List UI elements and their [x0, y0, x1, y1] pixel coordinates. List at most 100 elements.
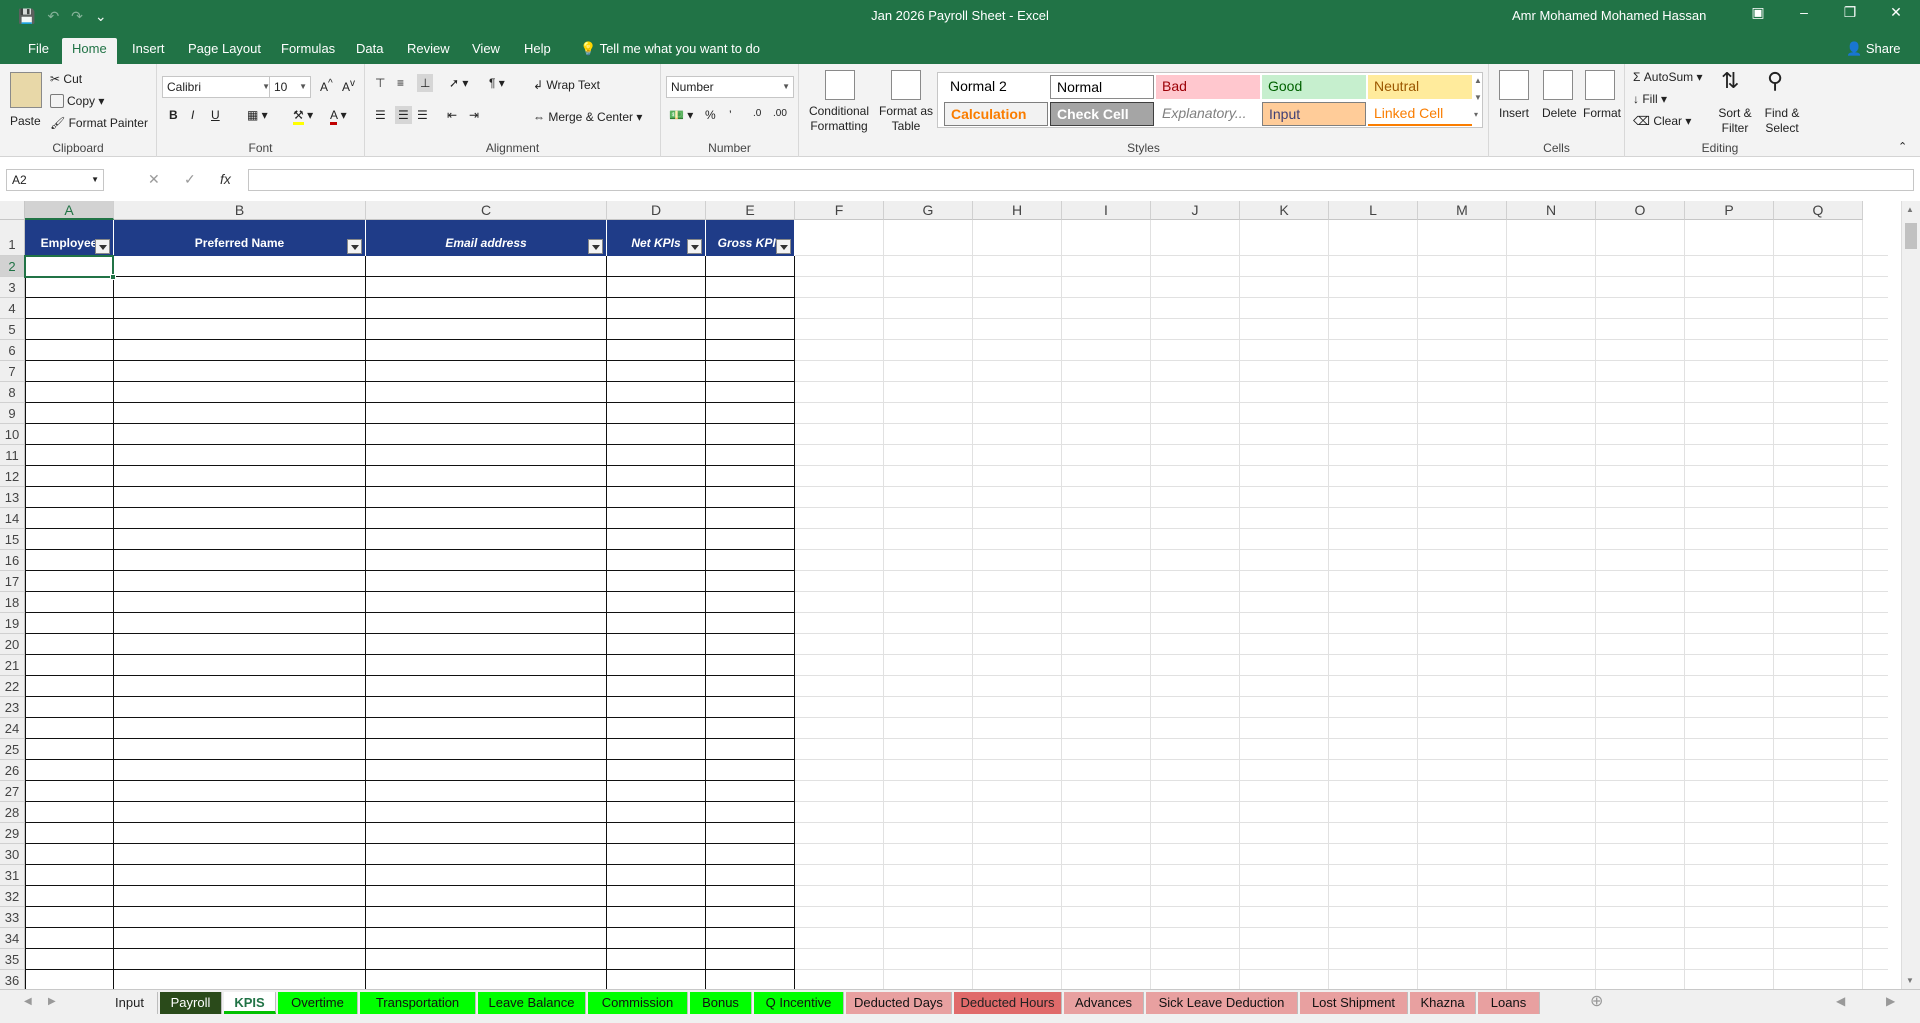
- comma-button[interactable]: ’: [729, 108, 732, 122]
- column-header-c[interactable]: C: [366, 201, 607, 220]
- borders-icon[interactable]: ▦ ▾: [247, 108, 268, 122]
- tab-home[interactable]: Home: [62, 38, 117, 64]
- new-sheet-icon[interactable]: ⊕: [1590, 991, 1603, 1011]
- formula-input[interactable]: [248, 169, 1914, 191]
- font-color-icon[interactable]: A ▾: [330, 108, 347, 125]
- row-header-24[interactable]: 24: [0, 718, 25, 739]
- delete-cells-icon[interactable]: [1543, 70, 1573, 100]
- cell-style-bad[interactable]: Bad: [1156, 75, 1260, 99]
- row-header-18[interactable]: 18: [0, 592, 25, 613]
- delete-cells-button[interactable]: Delete: [1542, 106, 1577, 120]
- sheet-tab-bonus[interactable]: Bonus: [690, 992, 752, 1014]
- name-box[interactable]: A2 ▼: [6, 169, 104, 191]
- sort-filter-button[interactable]: Sort & Filter: [1713, 106, 1757, 136]
- row-header-20[interactable]: 20: [0, 634, 25, 655]
- close-icon[interactable]: ✕: [1876, 4, 1916, 21]
- filter-dropdown-icon[interactable]: [687, 239, 702, 254]
- cell-style-normal-2[interactable]: Normal 2: [944, 75, 1048, 99]
- filter-dropdown-icon[interactable]: [588, 239, 603, 254]
- sheet-tab-payroll[interactable]: Payroll: [160, 992, 222, 1014]
- column-header-i[interactable]: I: [1062, 201, 1151, 220]
- row-header-14[interactable]: 14: [0, 508, 25, 529]
- insert-function-button[interactable]: fx: [220, 171, 231, 187]
- sheet-tab-loans[interactable]: Loans: [1478, 992, 1540, 1014]
- shrink-font-icon[interactable]: Av: [342, 78, 355, 94]
- selected-cell[interactable]: [24, 255, 114, 278]
- cell-style-check-cell[interactable]: Check Cell: [1050, 102, 1154, 126]
- cancel-icon[interactable]: ✕: [148, 171, 160, 188]
- conditional-formatting-button[interactable]: Conditional Formatting: [807, 104, 871, 134]
- column-header-g[interactable]: G: [884, 201, 973, 220]
- row-header-19[interactable]: 19: [0, 613, 25, 634]
- table-header-employee[interactable]: Employee: [25, 220, 114, 256]
- insert-cells-button[interactable]: Insert: [1499, 106, 1529, 120]
- row-header-17[interactable]: 17: [0, 571, 25, 592]
- autosum-button[interactable]: Σ AutoSum ▾: [1633, 70, 1702, 84]
- text-direction-icon[interactable]: ¶ ▾: [489, 76, 505, 90]
- next-sheet-icon[interactable]: ▶: [48, 996, 56, 1007]
- row-header-4[interactable]: 4: [0, 298, 25, 319]
- row-header-11[interactable]: 11: [0, 445, 25, 466]
- user-name[interactable]: Amr Mohamed Mohamed Hassan: [1512, 8, 1706, 23]
- column-header-d[interactable]: D: [607, 201, 706, 220]
- row-header-9[interactable]: 9: [0, 403, 25, 424]
- row-header-22[interactable]: 22: [0, 676, 25, 697]
- row-header-8[interactable]: 8: [0, 382, 25, 403]
- row-header-13[interactable]: 13: [0, 487, 25, 508]
- column-header-p[interactable]: P: [1685, 201, 1774, 220]
- decrease-indent-icon[interactable]: ⇤: [447, 108, 457, 122]
- format-as-table-button[interactable]: Format as Table: [877, 104, 935, 134]
- row-header-10[interactable]: 10: [0, 424, 25, 445]
- format-cells-icon[interactable]: [1585, 70, 1615, 100]
- row-header-7[interactable]: 7: [0, 361, 25, 382]
- sheet-tab-input[interactable]: Input: [102, 992, 158, 1014]
- row-header-23[interactable]: 23: [0, 697, 25, 718]
- column-header-m[interactable]: M: [1418, 201, 1507, 220]
- enter-icon[interactable]: ✓: [184, 171, 196, 188]
- tab-view[interactable]: View: [462, 38, 510, 64]
- sheet-tab-kpis[interactable]: KPIS: [224, 992, 276, 1014]
- bottom-align-icon[interactable]: ⊥: [417, 74, 434, 92]
- share-button[interactable]: 👤 Share: [1846, 41, 1901, 57]
- prev-sheet-icon[interactable]: ◀: [24, 996, 32, 1007]
- column-header-q[interactable]: Q: [1774, 201, 1863, 220]
- column-header-l[interactable]: L: [1329, 201, 1418, 220]
- table-header-email-address[interactable]: Email address: [366, 220, 607, 256]
- sheet-tab-overtime[interactable]: Overtime: [278, 992, 358, 1014]
- tell-me-search[interactable]: 💡 Tell me what you want to do: [570, 38, 770, 64]
- bold-button[interactable]: B: [169, 108, 178, 122]
- column-header-n[interactable]: N: [1507, 201, 1596, 220]
- row-header-30[interactable]: 30: [0, 844, 25, 865]
- row-header-32[interactable]: 32: [0, 886, 25, 907]
- wrap-text-button[interactable]: ↲ Wrap Text: [533, 78, 600, 92]
- cut-button[interactable]: ✂ Cut: [50, 72, 82, 86]
- worksheet-grid[interactable]: Employee Preferred Name Email address Net K…: [0, 201, 1920, 989]
- sheet-tab-commission[interactable]: Commission: [588, 992, 688, 1014]
- row-header-31[interactable]: 31: [0, 865, 25, 886]
- row-header-33[interactable]: 33: [0, 907, 25, 928]
- copy-button[interactable]: Copy ▾: [50, 94, 104, 108]
- column-header-k[interactable]: K: [1240, 201, 1329, 220]
- gallery-up-icon[interactable]: ▲: [1474, 76, 1482, 85]
- sheet-tab-transportation[interactable]: Transportation: [360, 992, 476, 1014]
- align-left-icon[interactable]: ☰: [375, 108, 386, 122]
- increase-decimal-icon[interactable]: .0: [753, 108, 761, 119]
- percent-button[interactable]: %: [705, 108, 716, 122]
- cell-style-calculation[interactable]: Calculation: [944, 102, 1048, 126]
- decrease-decimal-icon[interactable]: .00: [773, 108, 787, 119]
- sheet-tab-khazna[interactable]: Khazna: [1410, 992, 1476, 1014]
- top-align-icon[interactable]: ⊤: [375, 76, 385, 90]
- find-select-button[interactable]: Find & Select: [1759, 106, 1805, 136]
- ribbon-display-options-icon[interactable]: ▣: [1738, 4, 1778, 21]
- number-format-select[interactable]: Number ▼: [666, 76, 794, 98]
- collapse-ribbon-icon[interactable]: ⌃: [1898, 140, 1907, 153]
- row-header-26[interactable]: 26: [0, 760, 25, 781]
- row-header-21[interactable]: 21: [0, 655, 25, 676]
- cell-style-neutral[interactable]: Neutral: [1368, 75, 1472, 99]
- row-header-5[interactable]: 5: [0, 319, 25, 340]
- row-header-28[interactable]: 28: [0, 802, 25, 823]
- format-cells-button[interactable]: Format: [1583, 106, 1621, 120]
- tab-data[interactable]: Data: [346, 38, 393, 64]
- column-header-a[interactable]: A: [25, 201, 114, 220]
- column-header-f[interactable]: F: [795, 201, 884, 220]
